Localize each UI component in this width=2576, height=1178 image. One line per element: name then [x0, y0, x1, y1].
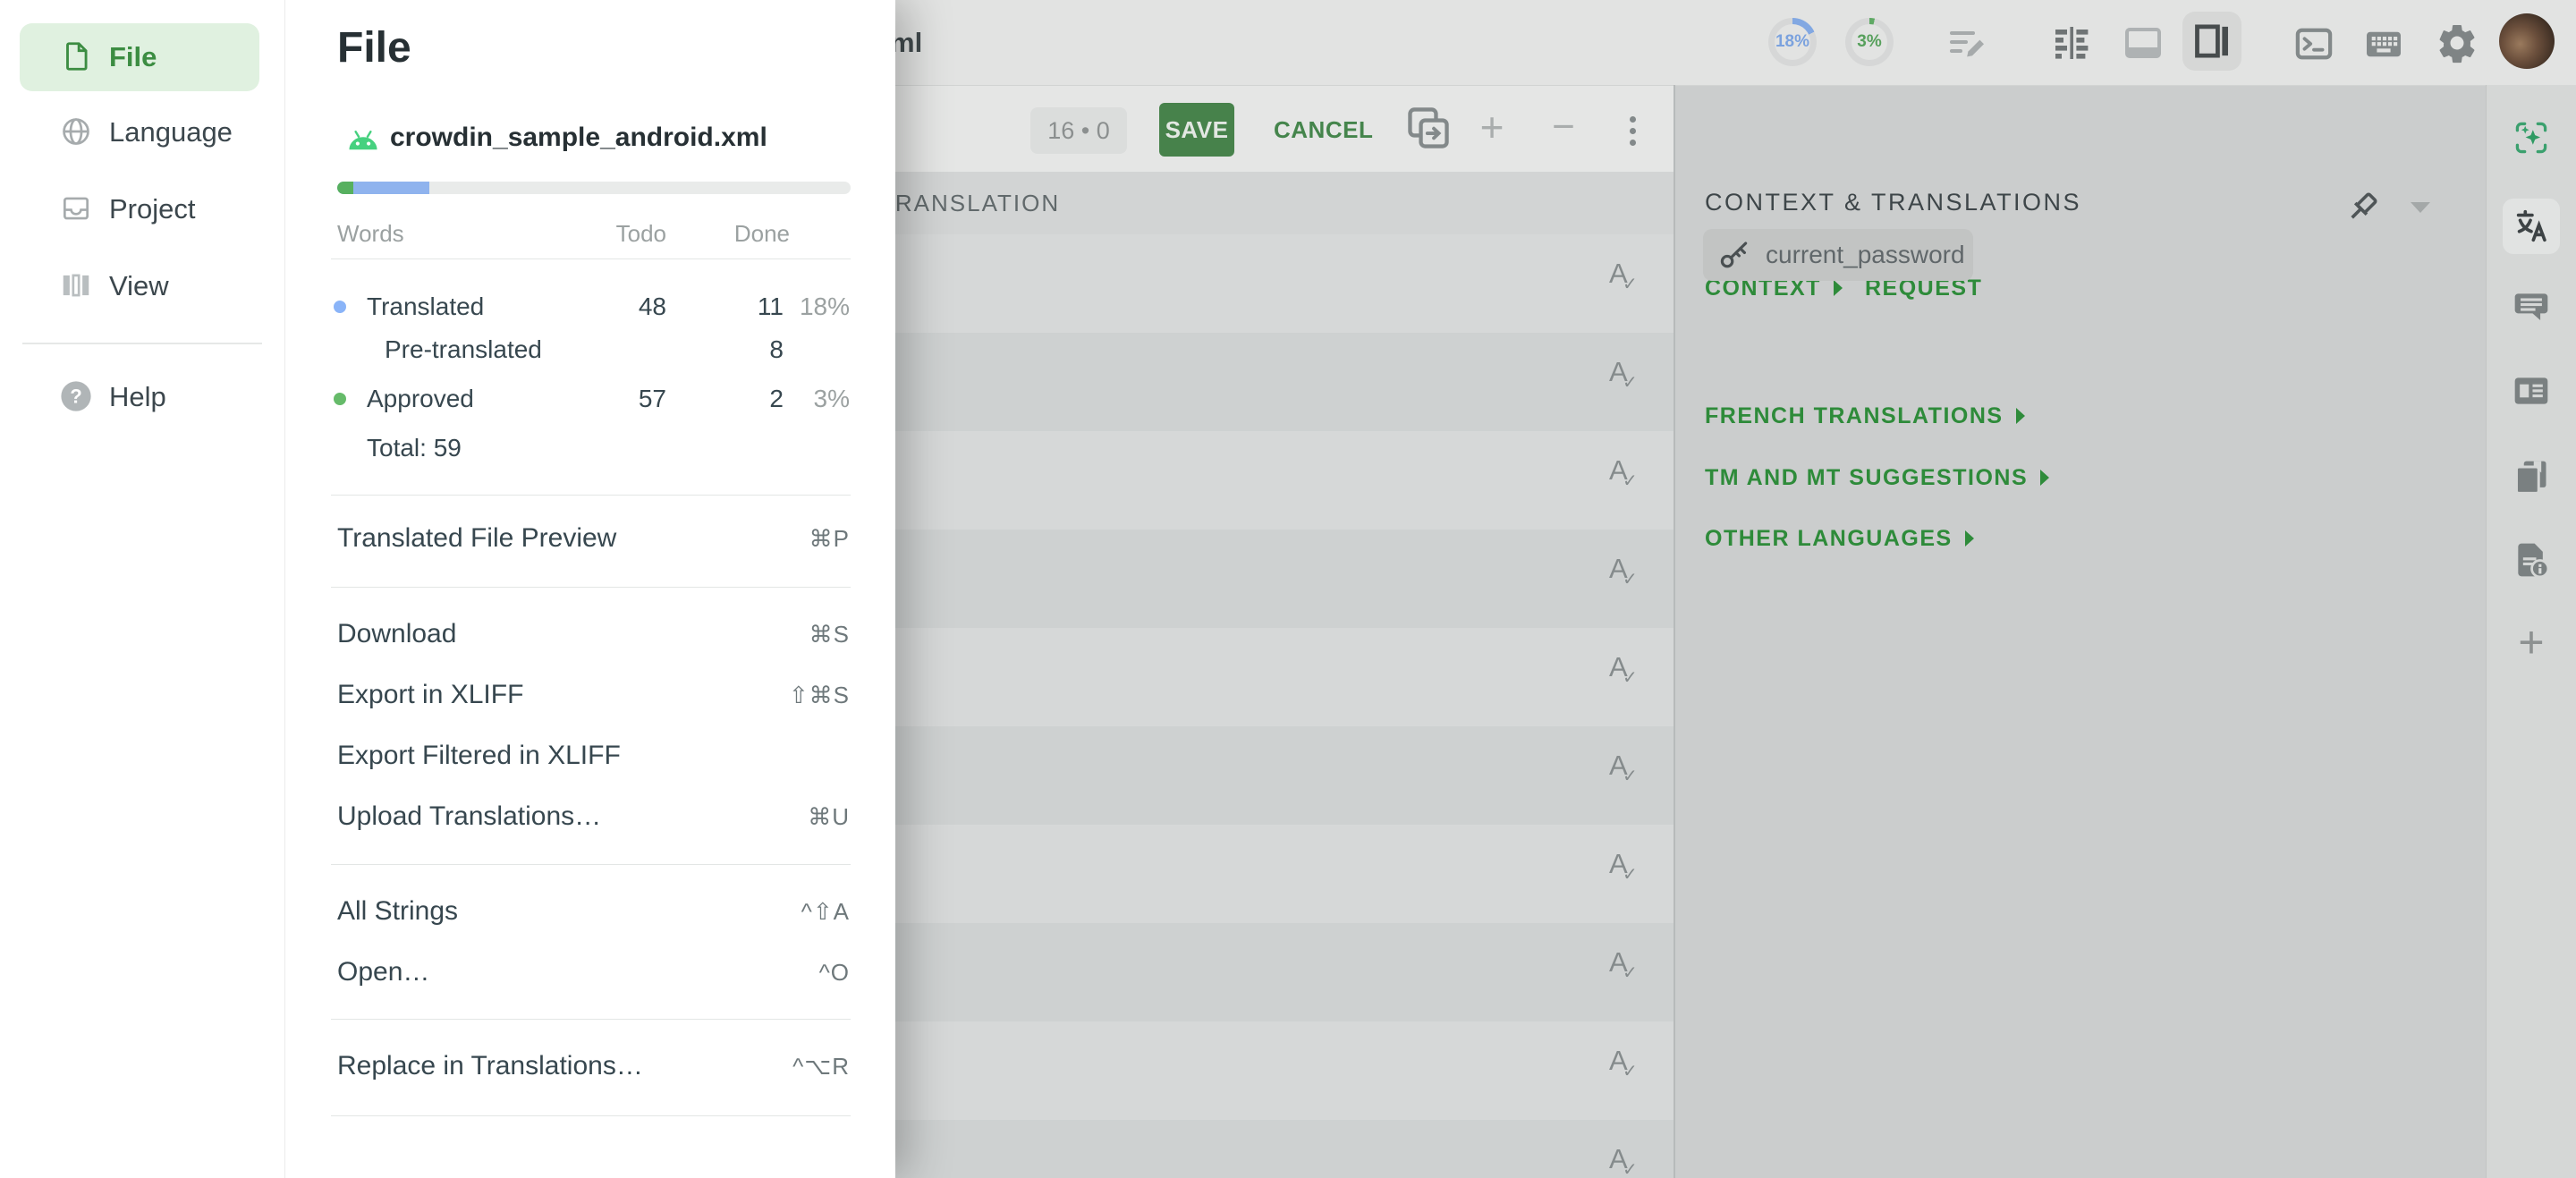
key-icon — [1717, 238, 1751, 272]
settings-gear-icon[interactable] — [2435, 21, 2478, 64]
menu-item-open[interactable]: Open… ^O — [337, 953, 850, 992]
string-key-label: current_password — [1766, 229, 1965, 281]
chevron-right-icon — [2016, 408, 2025, 424]
right-toolbar: + — [2486, 85, 2576, 1178]
spellcheck-icon[interactable]: A✓ — [1609, 651, 1641, 691]
menu-item-export-filtered-xliff[interactable]: Export Filtered in XLIFF — [337, 736, 850, 775]
approved-progress-ring[interactable]: 3% — [1845, 18, 1894, 66]
section-tm-mt-suggestions[interactable]: TM AND MT SUGGESTIONS — [1705, 465, 2049, 491]
chevron-right-icon — [2040, 470, 2049, 486]
section-other-languages[interactable]: OTHER LANGUAGES — [1705, 526, 1974, 552]
sidebar-item-file[interactable]: File — [0, 29, 284, 86]
help-icon: ? — [59, 379, 93, 413]
android-icon — [345, 123, 381, 154]
translate-tab-active[interactable] — [2503, 199, 2560, 254]
spellcheck-icon[interactable]: A✓ — [1609, 750, 1641, 789]
ai-assist-icon[interactable] — [2512, 118, 2551, 157]
chevron-right-icon — [1965, 530, 1974, 547]
cancel-button[interactable]: CANCEL — [1274, 103, 1373, 157]
sidebar: File Language Project — [0, 0, 285, 1178]
file-menu-panel: File crowdin_sample_android.xml Words To… — [284, 0, 895, 1178]
ring-value: 3% — [1852, 24, 1887, 60]
chevron-down-icon[interactable] — [2411, 202, 2430, 213]
ring-value: 18% — [1775, 24, 1810, 60]
panel-title: File — [337, 23, 411, 72]
approved-progress-segment — [337, 182, 353, 194]
menu-item-all-strings[interactable]: All Strings ^⇧A — [337, 892, 850, 931]
sidebar-item-language[interactable]: Language — [0, 104, 284, 161]
more-options-icon[interactable] — [1610, 106, 1655, 156]
divider — [331, 1019, 851, 1020]
glossary-icon[interactable] — [2512, 457, 2551, 496]
sidebar-item-view[interactable]: View — [0, 258, 284, 315]
translated-progress-ring[interactable]: 18% — [1768, 18, 1817, 66]
spellcheck-icon[interactable]: A✓ — [1609, 1143, 1641, 1178]
translation-column-header: TRANSLATION — [879, 172, 1060, 234]
spellcheck-icon[interactable]: A✓ — [1609, 553, 1641, 592]
stat-row-approved: Approved 57 2 3% — [284, 381, 895, 417]
menu-item-replace-in-translations[interactable]: Replace in Translations… ^⌥R — [337, 1047, 850, 1086]
unpin-icon[interactable] — [2341, 186, 2384, 229]
right-panel-toggle[interactable] — [2182, 12, 2241, 71]
sidebar-item-project[interactable]: Project — [0, 181, 284, 238]
string-counter[interactable]: 16 • 0 — [1030, 107, 1127, 154]
menu-item-upload-translations[interactable]: Upload Translations… ⌘U — [337, 797, 850, 836]
spellcheck-icon[interactable]: A✓ — [1609, 356, 1641, 395]
collapse-icon[interactable]: − — [1537, 86, 1590, 172]
draft-edit-icon[interactable] — [1946, 21, 1989, 64]
divider — [331, 587, 851, 588]
divider — [331, 495, 851, 496]
columns-view-icon — [59, 268, 93, 302]
column-todo: Todo — [616, 220, 666, 248]
spellcheck-icon[interactable]: A✓ — [1609, 848, 1641, 887]
svg-text:?: ? — [70, 386, 82, 408]
file-progress-bar — [337, 182, 851, 194]
menu-item-download[interactable]: Download ⌘S — [337, 614, 850, 654]
console-icon[interactable] — [2293, 25, 2336, 68]
crowdin-editor: ml 18% 3% — [0, 0, 2576, 1178]
divider — [331, 864, 851, 865]
divider — [331, 258, 851, 259]
menu-item-translated-file-preview[interactable]: Translated File Preview ⌘P — [337, 519, 850, 558]
context-panel-title: CONTEXT & TRANSLATIONS — [1705, 189, 2081, 216]
file-info-icon[interactable] — [2512, 540, 2551, 580]
side-by-side-view-icon[interactable] — [2050, 21, 2093, 64]
divider — [331, 1115, 851, 1116]
stat-row-pre-translated: Pre-translated 8 — [284, 332, 895, 368]
project-inbox-icon — [59, 191, 93, 225]
spellcheck-icon[interactable]: A✓ — [1609, 1045, 1641, 1084]
add-panel-icon[interactable]: + — [2487, 620, 2576, 665]
expand-icon[interactable]: + — [1465, 86, 1519, 172]
save-button[interactable]: SAVE — [1159, 103, 1234, 157]
globe-icon — [59, 114, 93, 148]
sidebar-divider — [22, 343, 262, 344]
article-icon[interactable] — [2512, 371, 2551, 411]
user-avatar[interactable] — [2499, 13, 2555, 69]
file-icon — [59, 39, 93, 73]
approved-dot — [334, 393, 346, 405]
stat-row-translated: Translated 48 11 18% — [284, 289, 895, 325]
copy-source-icon[interactable] — [1402, 102, 1445, 145]
spellcheck-icon[interactable]: A✓ — [1609, 946, 1641, 986]
chevron-right-icon — [1834, 280, 1843, 296]
spellcheck-icon[interactable]: A✓ — [1609, 454, 1641, 494]
section-french-translations[interactable]: FRENCH TRANSLATIONS — [1705, 403, 2025, 429]
bottom-panel-icon[interactable] — [2122, 21, 2165, 64]
translated-dot — [334, 301, 346, 313]
context-panel: CONTEXT & TRANSLATIONS CONTEXT REQUEST — [1675, 86, 2486, 1178]
file-name[interactable]: crowdin_sample_android.xml — [390, 123, 767, 152]
translate-icon — [2511, 206, 2552, 247]
column-words: Words — [337, 220, 404, 248]
stat-row-total: Total: 59 — [284, 430, 895, 466]
menu-item-export-xliff[interactable]: Export in XLIFF ⇧⌘S — [337, 675, 850, 715]
sidebar-item-help[interactable]: ? Help — [0, 369, 284, 426]
keyboard-icon[interactable] — [2363, 27, 2406, 70]
column-done: Done — [734, 220, 790, 248]
string-key-chip[interactable]: current_password — [1703, 229, 1973, 281]
spellcheck-icon[interactable]: A✓ — [1609, 258, 1641, 297]
comments-icon[interactable] — [2512, 287, 2551, 326]
